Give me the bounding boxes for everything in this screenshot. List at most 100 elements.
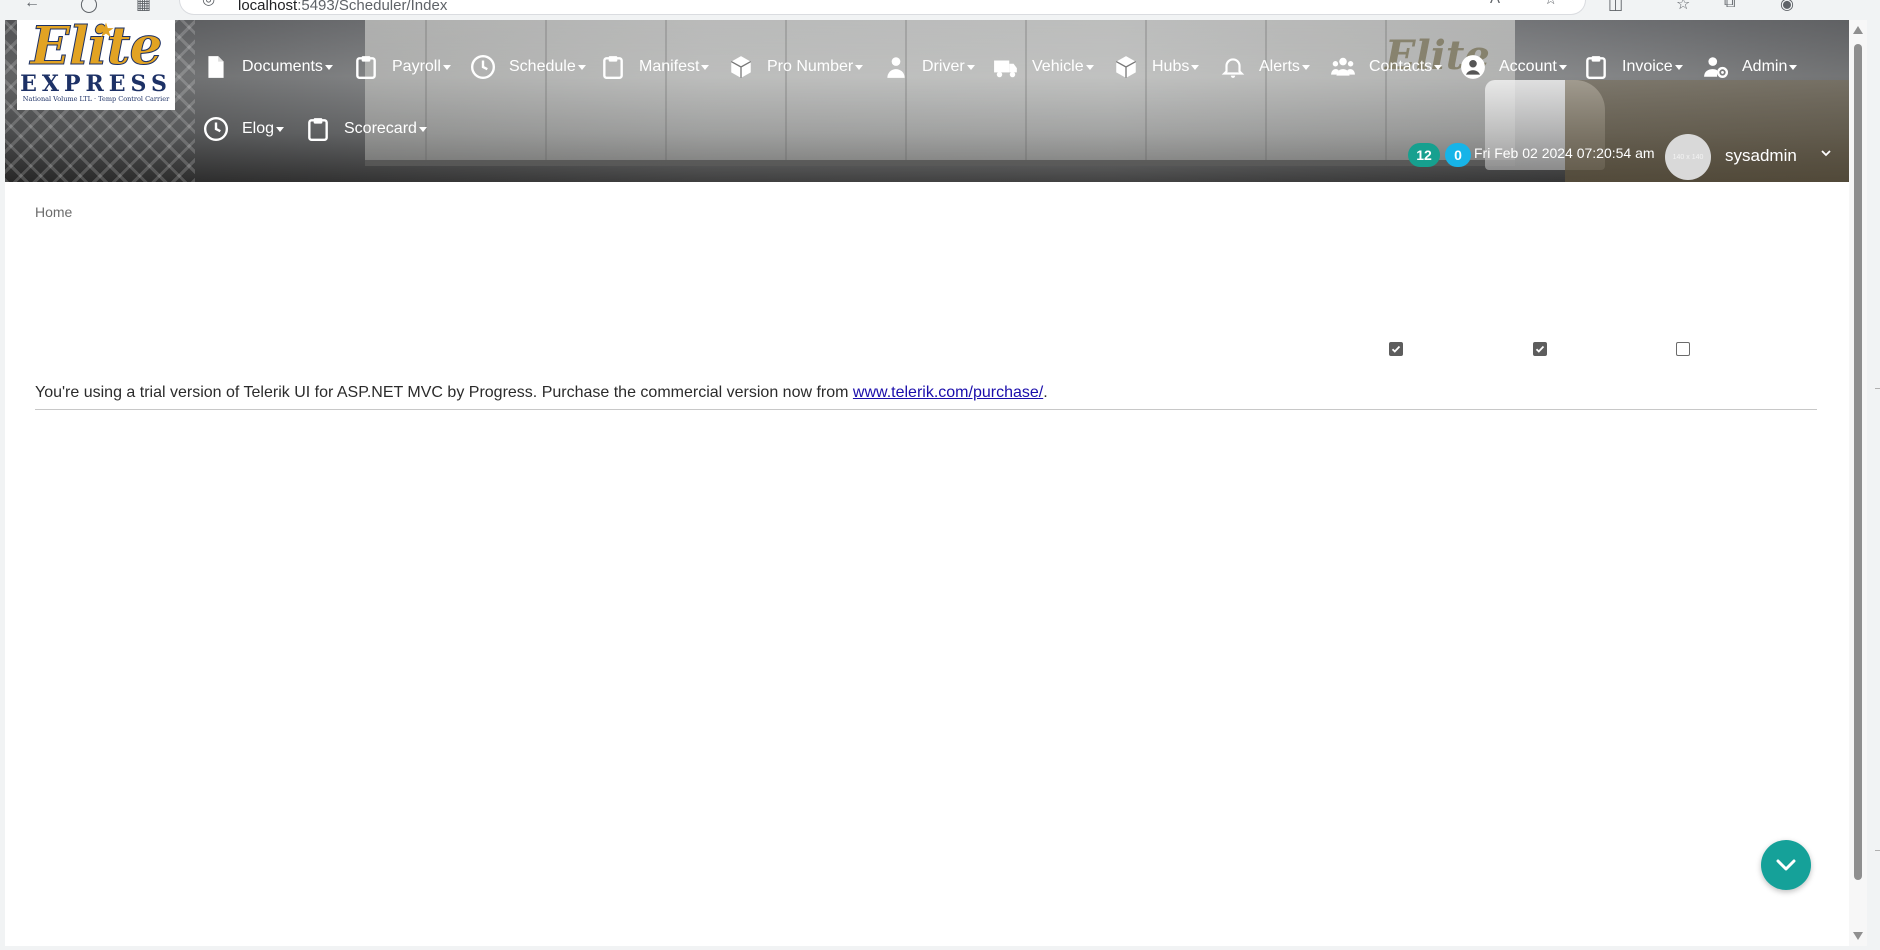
scroll-down-button[interactable] bbox=[1761, 840, 1811, 890]
nav-invoice-label: Invoice bbox=[1622, 58, 1673, 75]
chevron-down-icon bbox=[1191, 64, 1200, 70]
trial-notice-text: You're using a trial version of Telerik … bbox=[35, 384, 853, 401]
extension-icon[interactable]: ◉ bbox=[1780, 0, 1794, 14]
company-logo[interactable]: ★ Elite EXPRESS National Volume LTL · Te… bbox=[17, 20, 175, 110]
banner-trailer-image bbox=[365, 20, 1515, 166]
collections-icon[interactable]: ⧉ bbox=[1724, 0, 1735, 12]
chevron-down-icon bbox=[1789, 64, 1798, 70]
breadcrumb[interactable]: Home bbox=[35, 204, 72, 220]
page-viewport: Elite ★ Elite EXPRESS National Volume LT… bbox=[5, 20, 1849, 946]
nav-payroll-label: Payroll bbox=[392, 58, 441, 75]
main-content: Home You're using a trial version of Tel… bbox=[5, 182, 1849, 946]
clipboard-icon bbox=[304, 115, 332, 143]
checkbox-3[interactable] bbox=[1676, 342, 1690, 356]
chevron-down-icon bbox=[418, 126, 427, 132]
nav-admin[interactable]: Admin bbox=[1702, 50, 1798, 84]
nav-invoice[interactable]: Invoice bbox=[1582, 50, 1683, 84]
checkbox-2[interactable] bbox=[1533, 342, 1547, 356]
users-icon bbox=[1329, 53, 1357, 81]
checkmark-icon bbox=[1391, 345, 1401, 353]
chevron-down-icon bbox=[276, 126, 285, 132]
truck-icon bbox=[992, 53, 1020, 81]
clipboard-icon bbox=[1582, 53, 1610, 81]
notification-badge-blue[interactable]: 0 bbox=[1445, 143, 1471, 167]
chevron-down-icon bbox=[324, 64, 333, 70]
nav-contacts[interactable]: Contacts bbox=[1329, 50, 1443, 84]
chevron-down-icon bbox=[1301, 64, 1310, 70]
nav-manifest-label: Manifest bbox=[639, 58, 700, 75]
nav-schedule[interactable]: Schedule bbox=[469, 50, 586, 84]
chevron-down-icon bbox=[1776, 859, 1796, 871]
nav-payroll[interactable]: Payroll bbox=[352, 50, 451, 84]
chevron-down-icon bbox=[442, 64, 451, 70]
apps-icon[interactable]: ▦ bbox=[136, 0, 151, 14]
clipboard-icon bbox=[599, 53, 627, 81]
driver-icon bbox=[882, 53, 910, 81]
clock-icon bbox=[202, 115, 230, 143]
reload-icon[interactable]: ◯ bbox=[80, 0, 98, 14]
checkbox-1[interactable] bbox=[1389, 342, 1403, 356]
logo-subtitle: EXPRESS bbox=[20, 71, 172, 97]
nav-driver[interactable]: Driver bbox=[882, 50, 975, 84]
nav-hubs[interactable]: Hubs bbox=[1112, 50, 1200, 84]
checkmark-icon bbox=[1535, 345, 1545, 353]
chevron-down-icon bbox=[701, 64, 710, 70]
url-text: localhost:5493/Scheduler/Index bbox=[238, 0, 448, 14]
nav-alerts-label: Alerts bbox=[1259, 58, 1300, 75]
scroll-up-arrow-icon[interactable] bbox=[1853, 26, 1863, 34]
address-bar[interactable]: ◎ localhost:5493/Scheduler/Index A ☆ bbox=[180, 0, 1585, 14]
bell-icon bbox=[1219, 53, 1247, 81]
scroll-down-arrow-icon[interactable] bbox=[1853, 932, 1863, 940]
logo-name: Elite bbox=[30, 20, 163, 77]
nav-manifest[interactable]: Manifest bbox=[599, 50, 710, 84]
nav-pro-number-label: Pro Number bbox=[767, 58, 854, 75]
purchase-link[interactable]: www.telerik.com/purchase/ bbox=[853, 384, 1043, 401]
clock-icon bbox=[469, 53, 497, 81]
nav-account[interactable]: Account bbox=[1459, 50, 1567, 84]
clipboard-icon bbox=[352, 53, 380, 81]
nav-admin-label: Admin bbox=[1742, 58, 1788, 75]
back-icon[interactable]: ← bbox=[24, 0, 40, 12]
current-datetime: Fri Feb 02 2024 07:20:54 am bbox=[1474, 145, 1655, 161]
nav-pro-number[interactable]: Pro Number bbox=[727, 50, 864, 84]
box-icon bbox=[1112, 53, 1140, 81]
chevron-down-icon bbox=[1434, 64, 1443, 70]
nav-schedule-label: Schedule bbox=[509, 58, 576, 75]
favorites-icon[interactable]: ☆ bbox=[1676, 0, 1690, 14]
nav-documents[interactable]: Documents bbox=[202, 50, 333, 84]
divider bbox=[35, 409, 1817, 410]
chevron-down-icon bbox=[1085, 64, 1094, 70]
header-banner: Elite ★ Elite EXPRESS National Volume LT… bbox=[5, 20, 1849, 182]
nav-vehicle[interactable]: Vehicle bbox=[992, 50, 1094, 84]
nav-alerts[interactable]: Alerts bbox=[1219, 50, 1310, 84]
nav-scorecard-label: Scorecard bbox=[344, 120, 417, 137]
nav-elog[interactable]: Elog bbox=[202, 112, 285, 146]
username[interactable]: sysadmin bbox=[1725, 146, 1797, 166]
nav-documents-label: Documents bbox=[242, 58, 323, 75]
chevron-down-icon bbox=[966, 64, 975, 70]
translate-icon[interactable]: A bbox=[1490, 0, 1500, 7]
vertical-scrollbar[interactable] bbox=[1849, 20, 1867, 946]
document-icon bbox=[202, 53, 230, 81]
browser-toolbar: ← ◯ ▦ ◎ localhost:5493/Scheduler/Index A… bbox=[0, 0, 1880, 20]
nav-vehicle-label: Vehicle bbox=[1032, 58, 1084, 75]
site-info-icon[interactable]: ◎ bbox=[202, 0, 215, 8]
bookmark-star-icon[interactable]: ☆ bbox=[1544, 0, 1557, 8]
nav-hubs-label: Hubs bbox=[1152, 58, 1190, 75]
logo-star-icon: ★ bbox=[97, 20, 115, 42]
chevron-down-icon bbox=[1558, 64, 1567, 70]
trial-notice: You're using a trial version of Telerik … bbox=[35, 383, 1048, 403]
notification-badge-green[interactable]: 12 bbox=[1408, 143, 1440, 167]
chevron-down-icon[interactable] bbox=[1820, 146, 1832, 164]
chevron-down-icon bbox=[1674, 64, 1683, 70]
nav-account-label: Account bbox=[1499, 58, 1557, 75]
trial-notice-end: . bbox=[1043, 384, 1048, 401]
avatar[interactable]: 140 x 140 bbox=[1665, 134, 1711, 180]
nav-driver-label: Driver bbox=[922, 58, 965, 75]
box-icon bbox=[727, 53, 755, 81]
split-screen-icon[interactable]: ◫ bbox=[1608, 0, 1623, 14]
chevron-down-icon bbox=[855, 64, 864, 70]
nav-scorecard[interactable]: Scorecard bbox=[304, 112, 427, 146]
scrollbar-thumb[interactable] bbox=[1854, 44, 1862, 880]
chevron-down-icon bbox=[577, 64, 586, 70]
